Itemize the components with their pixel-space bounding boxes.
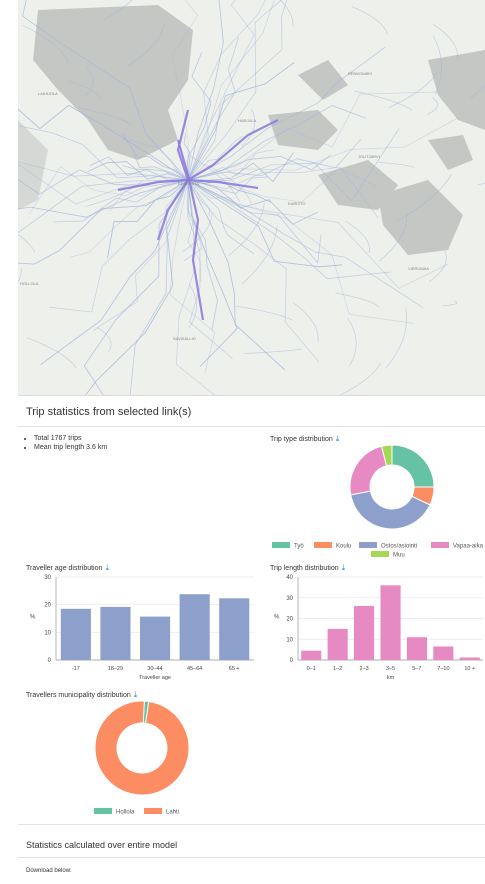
bar [380,585,401,660]
pie-slice [349,445,388,496]
municipality-chart: Hollola Lahti [94,700,190,816]
municipality-title: Travellers municipality distribution ⤓ [26,690,137,700]
x-tick-label: 5–7 [412,666,421,672]
y-axis-label: % [30,615,36,621]
bar [179,594,210,660]
trip-type-donut [349,444,435,530]
y-tick-label: 0 [290,658,294,664]
y-tick-label: 40 [286,575,293,581]
x-tick-label: 7–10 [437,666,449,672]
legend-swatch [431,542,449,548]
x-tick-label: 3–5 [386,666,395,672]
bar [433,646,454,660]
model-statistics-title: Statistics calculated over entire model [26,840,178,850]
map-place-label: KESKUSTA [178,181,199,186]
map-place-label: HOLLOLA [20,281,39,286]
map-canvas[interactable]: LAIHUOLA KESKUSTA HARJULA KARISTO JOUTJÄ… [18,0,485,395]
x-tick-label: 2–3 [360,666,369,672]
legend-label: Muu [393,553,405,559]
bar [60,608,91,660]
bar [219,598,250,660]
trip-type-chart: Työ Koulu Ostos/asiointi Vapaa-aika Muu [272,444,484,559]
x-tick-label: 0–1 [307,666,316,672]
panel-title: Trip statistics from selected link(s) [26,406,192,418]
divider [18,857,485,858]
bar [301,650,322,660]
trip-length-title: Trip length distribution ⤓ [270,563,345,573]
traveller-age-chart: 0 10 20 30% -17 18–29 30–44 45–64 65 + Traveller … [30,575,254,681]
download-icon[interactable]: ⤓ [336,434,340,443]
legend-label: Ostos/asiointi [381,544,417,550]
trip-type-legend: Työ Koulu Ostos/asiointi Vapaa-aika Muu [272,542,484,559]
municipality-legend: Hollola Lahti [94,808,179,816]
map-place-label: VIERUMAA [408,266,429,271]
bar [327,628,348,660]
y-tick-label: 30 [286,596,293,602]
y-tick-label: 20 [44,603,51,609]
y-tick-label: 30 [44,575,51,581]
legend-label: Lahti [166,810,179,816]
legend-label: Työ [294,544,304,550]
bar [140,616,171,660]
x-tick-label: 30–44 [147,666,162,672]
download-below-text: Download below: [26,868,72,874]
y-tick-label: 10 [286,637,293,643]
download-icon[interactable]: ⤓ [134,690,138,699]
bar [459,657,480,660]
x-tick-label: 18–29 [108,666,123,672]
traveller-age-title: Traveller age distribution ⤓ [26,563,109,573]
map-place-label: RENKOMÄKI [348,71,372,76]
x-tick-label: -17 [72,666,80,672]
x-tick-label: 65 + [229,666,240,672]
legend-swatch [314,542,332,548]
legend-swatch [144,808,162,814]
legend-swatch [272,542,290,548]
map-place-label: KARISTO [288,201,306,206]
summary-list: Total 1767 trips Mean trip length 3.6 km [26,434,107,452]
y-tick-label: 0 [48,658,52,664]
legend-swatch [371,551,389,557]
bar [100,606,131,660]
download-icon[interactable]: ⤓ [342,563,346,572]
legend-label: Hollola [116,810,135,816]
legend-label: Vapaa-aika [453,544,484,550]
trip-length-title-text: Trip length distribution [270,565,339,572]
divider [18,824,485,825]
divider [18,426,485,427]
traveller-age-title-text: Traveller age distribution [26,565,103,572]
x-tick-label: 45–64 [187,666,202,672]
x-tick-label: 10 + [464,666,475,672]
map-place-label: HARJULA [238,118,257,123]
y-tick-label: 20 [286,617,293,623]
x-axis-label: km [387,675,395,681]
x-tick-label: 1–2 [333,666,342,672]
map-view[interactable]: LAIHUOLA KESKUSTA HARJULA KARISTO JOUTJÄ… [18,0,485,395]
y-tick-label: 10 [44,630,51,636]
summary-total-trips: Total 1767 trips [34,434,107,443]
pie-slice [391,444,435,488]
trip-statistics-panel: Trip statistics from selected link(s) To… [18,395,485,884]
summary-mean-length: Mean trip length 3.6 km [34,443,107,452]
legend-swatch [94,808,112,814]
trip-length-chart: 0 10 20 30 40% 0–1 1–2 2–3 3–5 5–7 7–10 10 + km [274,575,483,681]
download-icon[interactable]: ⤓ [105,563,109,572]
trip-type-title-text: Trip type distribution [270,436,333,443]
municipality-donut [94,700,190,796]
legend-label: Koulu [336,544,351,550]
legend-swatch [359,542,377,548]
bar [406,637,427,660]
map-place-label: JOUTJÄRVI [358,154,380,159]
bar [354,606,375,660]
pie-slice [94,700,190,796]
trip-type-title: Trip type distribution ⤓ [270,434,339,444]
x-axis-label: Traveller age [139,675,171,681]
y-axis-label: % [274,615,280,621]
municipality-title-text: Travellers municipality distribution [26,692,131,699]
map-place-label: LAIHUOLA [38,91,58,96]
map-place-label: SAVIKALLIO [173,336,196,341]
